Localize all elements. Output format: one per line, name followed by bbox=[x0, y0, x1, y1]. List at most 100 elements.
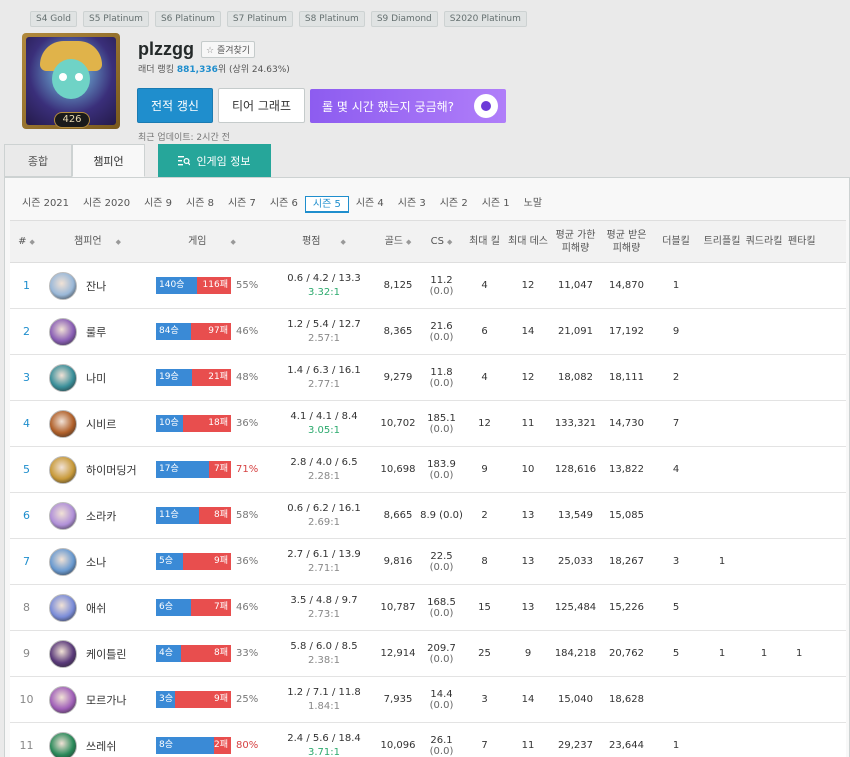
col-avg-taken[interactable]: 평균 받은 피해량 bbox=[601, 220, 652, 263]
row-max-deaths: 11 bbox=[506, 722, 550, 757]
season-tab[interactable]: 시즌 2 bbox=[433, 196, 475, 213]
table-row[interactable]: 6 소라카 11승 8패 58% 0.6 / 6.2 / 16.1 2.69:1 8,665 8… bbox=[10, 492, 846, 539]
row-kda: 1.2 / 5.4 / 12.7 2.57:1 bbox=[272, 308, 376, 355]
row-champion[interactable]: 시비르 bbox=[43, 400, 152, 447]
row-cs: 183.9 (0.0) bbox=[420, 446, 463, 493]
row-penta bbox=[784, 308, 846, 355]
col-penta[interactable]: 펜타킬 bbox=[784, 220, 846, 263]
row-champion[interactable]: 애쉬 bbox=[43, 584, 152, 631]
row-champion[interactable]: 하이머딩거 bbox=[43, 446, 152, 493]
row-champion[interactable]: 룰루 bbox=[43, 308, 152, 355]
sort-icon: ◆ bbox=[115, 237, 121, 246]
ladder-ranking: 래더 랭킹 881,336위 (상위 24.63%) bbox=[138, 62, 290, 75]
row-champion[interactable]: 쓰레쉬 bbox=[43, 722, 152, 757]
col-double[interactable]: 더블킬 bbox=[652, 220, 700, 263]
table-row[interactable]: 5 하이머딩거 17승 7패 71% 2.8 / 4.0 / 6.5 2.28:1 10,69… bbox=[10, 446, 846, 493]
col-quadra[interactable]: 쿼드라킬 bbox=[744, 220, 784, 263]
season-tab[interactable]: 시즌 2021 bbox=[22, 196, 76, 213]
row-max-kills: 3 bbox=[463, 676, 506, 723]
wins-label: 6승 bbox=[156, 599, 191, 616]
row-champion[interactable]: 소라카 bbox=[43, 492, 152, 539]
row-rank: 2 bbox=[10, 308, 43, 355]
col-games[interactable]: 게임 ◆ bbox=[152, 220, 272, 263]
tab-overview[interactable]: 종합 bbox=[4, 144, 72, 177]
cs-per-min: (0.0) bbox=[429, 331, 454, 343]
champion-name: 잔나 bbox=[86, 279, 107, 293]
season-tab[interactable]: 시즌 9 bbox=[137, 196, 179, 213]
col-cs-label: CS bbox=[430, 235, 444, 247]
row-triple bbox=[700, 446, 744, 493]
row-penta bbox=[784, 722, 846, 757]
table-row[interactable]: 2 룰루 84승 97패 46% 1.2 / 5.4 / 12.7 2.57:1 8,365 2… bbox=[10, 308, 846, 355]
season-tab[interactable]: 시즌 3 bbox=[391, 196, 433, 213]
row-cs: 14.4 (0.0) bbox=[420, 676, 463, 723]
losses-label: 116패 bbox=[197, 277, 231, 294]
kda-line: 4.1 / 4.1 / 8.4 bbox=[290, 411, 358, 422]
col-rank[interactable]: # ◆ bbox=[10, 220, 43, 263]
favorite-button[interactable]: ☆ 즐겨찾기 bbox=[201, 41, 256, 58]
col-max-deaths[interactable]: 최대 데스 bbox=[506, 220, 550, 263]
table-row[interactable]: 9 케이틀린 4승 8패 33% 5.8 / 6.0 / 8.5 2.38:1 12,914 2… bbox=[10, 630, 846, 677]
col-gold[interactable]: 골드 ◆ bbox=[376, 220, 420, 263]
promo-banner[interactable]: 롤 몇 시간 했는지 궁금해? bbox=[310, 89, 506, 123]
row-rank: 1 bbox=[10, 262, 43, 309]
row-double: 3 bbox=[652, 538, 700, 585]
kda-ratio: 2.73:1 bbox=[308, 609, 340, 620]
season-tab[interactable]: 시즌 5 bbox=[304, 196, 349, 213]
col-triple[interactable]: 트리플킬 bbox=[700, 220, 744, 263]
losses-label: 9패 bbox=[182, 553, 231, 570]
champion-avatar-icon bbox=[49, 271, 77, 300]
season-tab[interactable]: 시즌 6 bbox=[263, 196, 305, 213]
col-cs[interactable]: CS ◆ bbox=[420, 220, 463, 263]
row-avg-taken: 14,730 bbox=[601, 400, 652, 447]
season-tab[interactable]: 시즌 7 bbox=[221, 196, 263, 213]
row-avg-taken: 17,192 bbox=[601, 308, 652, 355]
col-penta-label: 펜타킬 bbox=[788, 236, 816, 247]
table-row[interactable]: 3 나미 19승 21패 48% 1.4 / 6.3 / 16.1 2.77:1 9,279 1… bbox=[10, 354, 846, 401]
table-row[interactable]: 11 쓰레쉬 8승 2패 80% 2.4 / 5.6 / 18.4 3.71:1 10,096… bbox=[10, 722, 846, 757]
row-double bbox=[652, 676, 700, 723]
row-champion[interactable]: 잔나 bbox=[43, 262, 152, 309]
season-tab[interactable]: 시즌 8 bbox=[179, 196, 221, 213]
row-max-kills: 8 bbox=[463, 538, 506, 585]
kda-ratio: 2.38:1 bbox=[308, 655, 340, 666]
row-quadra bbox=[744, 722, 784, 757]
row-avg-dealt: 125,484 bbox=[550, 584, 601, 631]
table-row[interactable]: 7 소나 5승 9패 36% 2.7 / 6.1 / 13.9 2.71:1 9,816 22.… bbox=[10, 538, 846, 585]
tab-ingame[interactable]: 인게임 정보 bbox=[158, 144, 271, 177]
tier-graph-button[interactable]: 티어 그래프 bbox=[218, 88, 305, 123]
col-avg-dealt[interactable]: 평균 가한 피해량 bbox=[550, 220, 601, 263]
table-row[interactable]: 8 애쉬 6승 7패 46% 3.5 / 4.8 / 9.7 2.73:1 10,787 168… bbox=[10, 584, 846, 631]
row-penta bbox=[784, 400, 846, 447]
season-tab[interactable]: 노말 bbox=[517, 196, 549, 213]
col-champion[interactable]: 챔피언 ◆ bbox=[43, 220, 152, 263]
season-tab[interactable]: 시즌 4 bbox=[349, 196, 391, 213]
row-cs: 168.5 (0.0) bbox=[420, 584, 463, 631]
row-champion[interactable]: 모르가나 bbox=[43, 676, 152, 723]
row-kda: 2.4 / 5.6 / 18.4 3.71:1 bbox=[272, 722, 376, 757]
row-champion[interactable]: 케이틀린 bbox=[43, 630, 152, 677]
win-loss-bar: 11승 8패 bbox=[156, 507, 231, 524]
champion-avatar-icon bbox=[49, 639, 77, 668]
ladder-suffix: 위 (상위 24.63%) bbox=[217, 65, 290, 75]
table-row[interactable]: 10 모르가나 3승 9패 25% 1.2 / 7.1 / 11.8 1.84:1 7,935… bbox=[10, 676, 846, 723]
row-champion[interactable]: 나미 bbox=[43, 354, 152, 401]
season-tab[interactable]: 시즌 2020 bbox=[76, 196, 137, 213]
win-loss-bar: 3승 9패 bbox=[156, 691, 231, 708]
col-max-kills[interactable]: 최대 킬 bbox=[463, 220, 506, 263]
table-row[interactable]: 1 잔나 140승 116패 55% 0.6 / 4.2 / 13.3 3.32:1 8,12… bbox=[10, 262, 846, 309]
row-max-deaths: 13 bbox=[506, 584, 550, 631]
cs-value: 26.1 bbox=[430, 734, 453, 746]
refresh-button[interactable]: 전적 갱신 bbox=[137, 88, 213, 123]
row-games: 4승 8패 33% bbox=[152, 630, 272, 677]
star-icon: ☆ bbox=[206, 46, 215, 56]
row-champion[interactable]: 소나 bbox=[43, 538, 152, 585]
col-kda[interactable]: 평점 ◆ bbox=[272, 220, 376, 263]
season-tab[interactable]: 시즌 1 bbox=[475, 196, 517, 213]
table-row[interactable]: 4 시비르 10승 18패 36% 4.1 / 4.1 / 8.4 3.05:1 10,702… bbox=[10, 400, 846, 447]
row-avg-taken: 13,822 bbox=[601, 446, 652, 493]
row-rank: 9 bbox=[10, 630, 43, 677]
row-quadra bbox=[744, 584, 784, 631]
cs-per-min: (0.0) bbox=[429, 653, 454, 665]
tab-champion[interactable]: 챔피언 bbox=[72, 144, 145, 177]
